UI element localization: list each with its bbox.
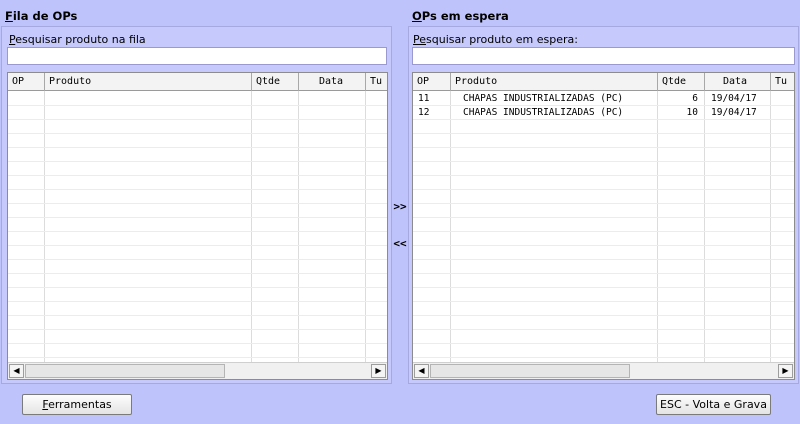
left-scroll-thumb[interactable] [25, 364, 225, 378]
right-col-qtde[interactable]: Qtde [658, 73, 705, 91]
right-col-data[interactable]: Data [705, 73, 771, 91]
right-panel-title: OPs em espera [412, 9, 509, 23]
cell-op: 12 [418, 107, 430, 118]
left-col-tu[interactable]: Tu [366, 73, 387, 91]
left-col-qtde[interactable]: Qtde [252, 73, 299, 91]
right-col-produto[interactable]: Produto [451, 73, 658, 91]
ferramentas-button[interactable]: Ferramentas [22, 394, 132, 415]
left-panel-title: Fila de OPs [5, 9, 78, 23]
esc-volta-grava-button[interactable]: ESC - Volta e Grava [656, 394, 771, 415]
table-row[interactable]: 12 CHAPAS INDUSTRIALIZADAS (PC) 10 19/04/17 [413, 106, 794, 120]
left-grid-body [8, 91, 387, 362]
left-scroll-right-icon[interactable]: ▶ [371, 364, 386, 378]
right-scroll-right-icon[interactable]: ▶ [778, 364, 793, 378]
right-search-label: Pesquisar produto em espera: [413, 33, 578, 46]
right-search-input[interactable] [412, 47, 795, 65]
right-scroll-left-icon[interactable]: ◀ [414, 364, 429, 378]
left-col-data[interactable]: Data [299, 73, 366, 91]
cell-op: 11 [418, 93, 430, 104]
right-scroll-thumb[interactable] [430, 364, 630, 378]
cell-qtde: 6 [692, 93, 698, 104]
right-grid-header: OP Produto Qtde Data Tu [413, 73, 794, 91]
cell-qtde: 10 [686, 107, 698, 118]
right-col-op[interactable]: OP [413, 73, 451, 91]
right-col-tu[interactable]: Tu [771, 73, 794, 91]
cell-produto: CHAPAS INDUSTRIALIZADAS (PC) [463, 93, 624, 104]
table-row[interactable]: 11 CHAPAS INDUSTRIALIZADAS (PC) 6 19/04/17 [413, 92, 794, 106]
left-queue-grid[interactable]: OP Produto Qtde Data Tu ◀ ▶ [7, 72, 388, 380]
left-col-produto[interactable]: Produto [45, 73, 252, 91]
right-grid-body: 11 CHAPAS INDUSTRIALIZADAS (PC) 6 19/04/17 1… [413, 91, 794, 362]
left-search-label: Pesquisar produto na fila [9, 33, 146, 46]
move-right-button[interactable]: >> [390, 199, 410, 215]
left-scroll-left-icon[interactable]: ◀ [9, 364, 24, 378]
right-waiting-grid[interactable]: OP Produto Qtde Data Tu 11 CHAPAS INDUSTR… [412, 72, 795, 380]
left-search-input[interactable] [7, 47, 387, 65]
move-left-button[interactable]: << [390, 236, 410, 252]
cell-data: 19/04/17 [711, 93, 757, 104]
cell-produto: CHAPAS INDUSTRIALIZADAS (PC) [463, 107, 624, 118]
left-grid-header: OP Produto Qtde Data Tu [8, 73, 387, 91]
right-horizontal-scrollbar[interactable]: ◀ ▶ [413, 362, 794, 379]
left-horizontal-scrollbar[interactable]: ◀ ▶ [8, 362, 387, 379]
left-col-op[interactable]: OP [8, 73, 45, 91]
cell-data: 19/04/17 [711, 107, 757, 118]
